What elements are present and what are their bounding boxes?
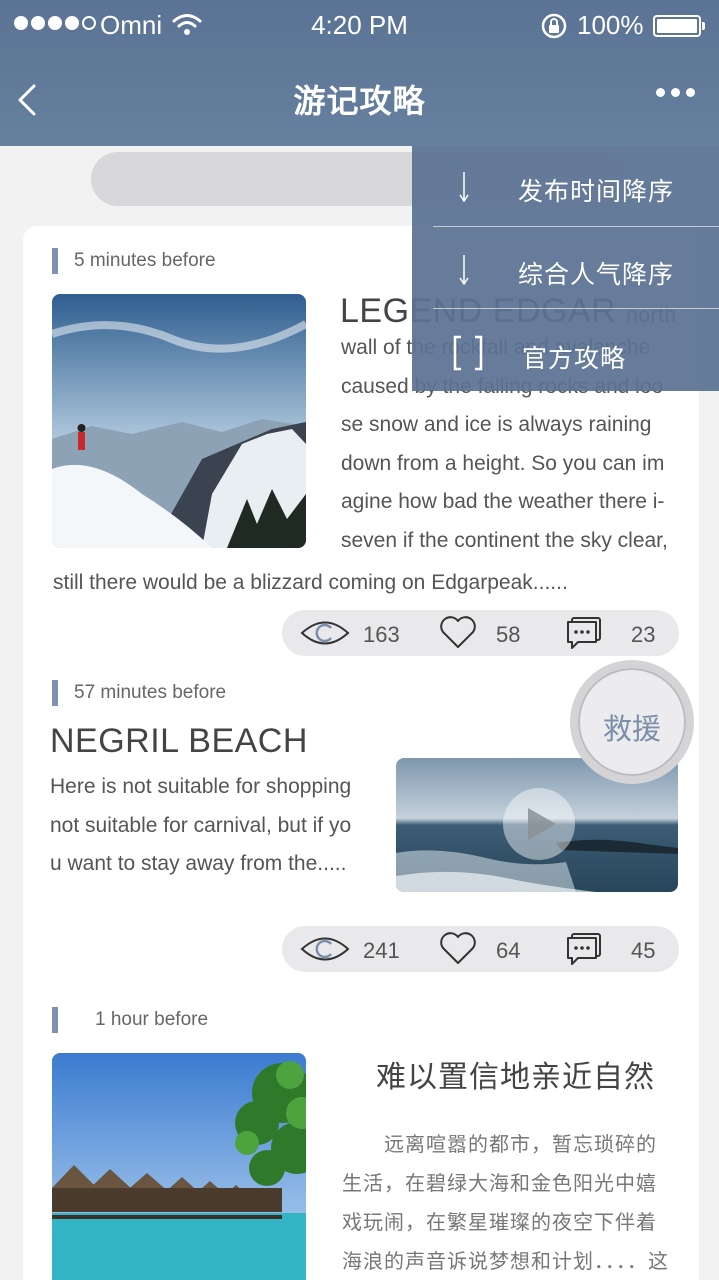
post-title: NEGRIL BEACH <box>50 722 308 760</box>
battery-percent: 100% <box>577 10 644 40</box>
heart-icon[interactable] <box>439 931 477 965</box>
post-time: 1 hour before <box>52 1007 208 1033</box>
post-title: 难以置信地亲近自然 <box>376 1060 655 1095</box>
sort-dropdown-menu: 发布时间降序 综合人气降序 官方攻略 <box>412 146 719 391</box>
comment-icon[interactable] <box>566 932 602 966</box>
menu-divider <box>433 308 719 309</box>
comment-count: 23 <box>631 622 656 647</box>
heart-icon[interactable] <box>439 615 477 649</box>
rescue-button[interactable]: 救援 <box>570 660 694 784</box>
post-stats: 163 58 23 <box>282 610 679 656</box>
menu-item-official-guides[interactable]: 官方攻略 <box>412 313 719 393</box>
eye-icon[interactable] <box>300 934 350 964</box>
post-stats: 241 64 45 <box>282 926 679 972</box>
arrow-down-icon <box>459 172 469 203</box>
comment-icon[interactable] <box>566 616 602 650</box>
arrow-down-icon <box>459 255 469 286</box>
post-card[interactable]: 1 hour before 难以置信地亲近自然 远离喧嚣的都市，暂忘琐碎的 生活… <box>23 976 699 1280</box>
post-excerpt: 远离喧嚣的都市，暂忘琐碎的 生活，在碧绿大海和金色阳光中嬉 戏玩闹，在繁星璀璨的… <box>342 1132 669 1273</box>
view-count: 241 <box>363 938 400 963</box>
like-count: 64 <box>496 938 521 963</box>
bracket-icon <box>453 335 483 371</box>
post-image-resort[interactable] <box>52 1053 306 1280</box>
post-time: 5 minutes before <box>52 248 216 274</box>
eye-icon[interactable] <box>300 618 350 648</box>
menu-divider <box>433 226 719 227</box>
menu-item-sort-by-popularity[interactable]: 综合人气降序 <box>412 229 719 309</box>
menu-item-sort-by-time[interactable]: 发布时间降序 <box>412 146 719 226</box>
post-time: 57 minutes before <box>52 680 226 706</box>
comment-count: 45 <box>631 938 656 963</box>
view-count: 163 <box>363 622 400 647</box>
post-image-mountain[interactable] <box>52 294 306 548</box>
nav-header: Omni 4:20 PM 100% 游记攻略 <box>0 0 719 146</box>
battery-icon <box>653 15 705 37</box>
status-bar: Omni 4:20 PM 100% <box>0 0 719 50</box>
like-count: 58 <box>496 622 521 647</box>
post-excerpt-last-line: still there would be a blizzard coming o… <box>53 571 568 594</box>
more-options-icon[interactable] <box>656 88 695 97</box>
page-title: 游记攻略 <box>293 83 426 119</box>
post-excerpt: Here is not suitable for shopping not su… <box>50 775 352 875</box>
rotation-lock-icon <box>541 13 567 39</box>
